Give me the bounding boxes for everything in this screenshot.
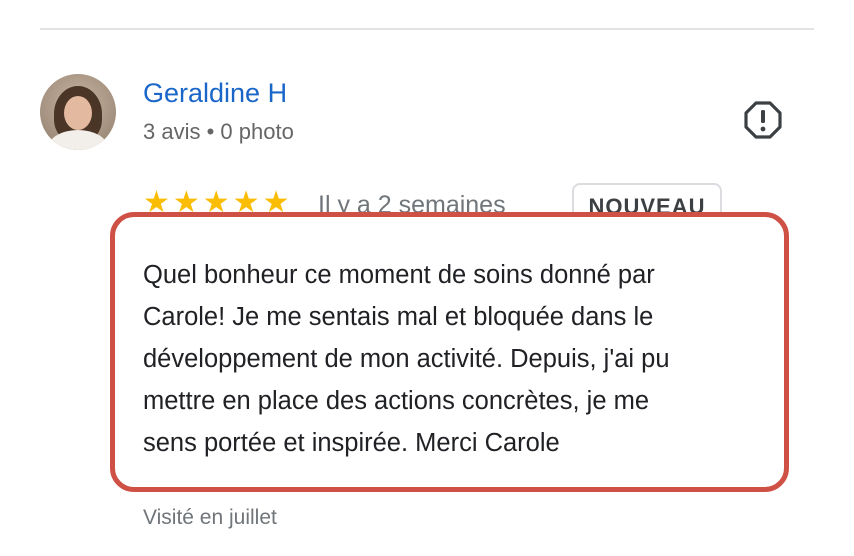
reviewer-name-link[interactable]: Geraldine H [143, 78, 287, 109]
review-text: Quel bonheur ce moment de soins donné pa… [143, 254, 785, 464]
reviewer-meta: 3 avis • 0 photo [143, 119, 294, 144]
reviewer-avatar[interactable] [40, 74, 116, 150]
avatar-face [64, 96, 92, 130]
report-review-icon[interactable] [743, 100, 783, 140]
top-divider [40, 28, 814, 30]
review-text-line: Quel bonheur ce moment de soins donné pa… [143, 261, 655, 289]
visited-label: Visité en juillet [143, 506, 277, 529]
review-text-line: mettre en place des actions concrètes, j… [143, 387, 650, 415]
review-text-line: développement de mon activité. Depuis, j… [143, 345, 670, 373]
exclamation-octagon-icon [744, 101, 782, 139]
review-text-line: sens portée et inspirée. Merci Carole [143, 429, 560, 457]
review-text-line: Carole! Je me sentais mal et bloquée dan… [143, 303, 654, 331]
